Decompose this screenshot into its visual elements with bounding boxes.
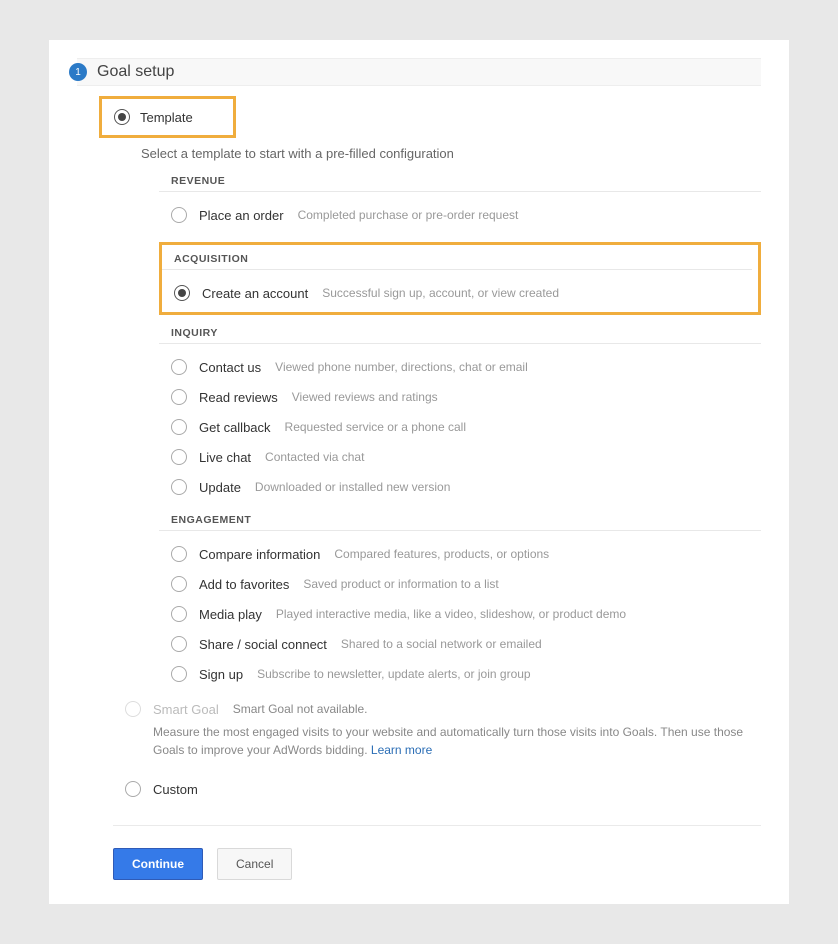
option-add-to-favorites[interactable]: Add to favorites Saved product or inform… — [159, 569, 761, 599]
radio-create-an-account[interactable] — [174, 285, 190, 301]
option-label: Update — [199, 480, 241, 495]
option-desc: Subscribe to newsletter, update alerts, … — [257, 667, 531, 681]
category-revenue: REVENUE Place an order Completed purchas… — [159, 175, 761, 230]
goal-setup-panel: 1 Goal setup Template Select a template … — [49, 40, 789, 904]
option-read-reviews[interactable]: Read reviews Viewed reviews and ratings — [159, 382, 761, 412]
radio-live-chat[interactable] — [171, 449, 187, 465]
radio-get-callback[interactable] — [171, 419, 187, 435]
radio-contact-us[interactable] — [171, 359, 187, 375]
option-label: Compare information — [199, 547, 320, 562]
option-place-an-order[interactable]: Place an order Completed purchase or pre… — [159, 200, 761, 230]
radio-add-to-favorites[interactable] — [171, 576, 187, 592]
option-create-an-account[interactable]: Create an account Successful sign up, ac… — [162, 278, 752, 308]
radio-compare-information[interactable] — [171, 546, 187, 562]
option-label: Live chat — [199, 450, 251, 465]
option-media-play[interactable]: Media play Played interactive media, lik… — [159, 599, 761, 629]
option-desc: Played interactive media, like a video, … — [276, 607, 626, 621]
option-label: Share / social connect — [199, 637, 327, 652]
option-label: Contact us — [199, 360, 261, 375]
smart-goal-label: Smart Goal — [153, 702, 219, 717]
option-desc: Completed purchase or pre-order request — [298, 208, 519, 222]
option-label: Create an account — [202, 286, 308, 301]
radio-template[interactable] — [114, 109, 130, 125]
option-desc: Successful sign up, account, or view cre… — [322, 286, 559, 300]
heading-engagement: ENGAGEMENT — [159, 514, 761, 531]
option-update[interactable]: Update Downloaded or installed new versi… — [159, 472, 761, 502]
option-label: Get callback — [199, 420, 271, 435]
option-label: Read reviews — [199, 390, 278, 405]
option-compare-information[interactable]: Compare information Compared features, p… — [159, 539, 761, 569]
option-label: Media play — [199, 607, 262, 622]
radio-update[interactable] — [171, 479, 187, 495]
option-contact-us[interactable]: Contact us Viewed phone number, directio… — [159, 352, 761, 382]
template-radio-highlight: Template — [99, 96, 236, 138]
acquisition-highlight: ACQUISITION Create an account Successful… — [159, 242, 761, 315]
option-share-social-connect[interactable]: Share / social connect Shared to a socia… — [159, 629, 761, 659]
option-custom[interactable]: Custom — [125, 781, 761, 797]
option-label: Sign up — [199, 667, 243, 682]
template-label: Template — [140, 110, 193, 125]
option-live-chat[interactable]: Live chat Contacted via chat — [159, 442, 761, 472]
option-sign-up[interactable]: Sign up Subscribe to newsletter, update … — [159, 659, 761, 689]
radio-media-play[interactable] — [171, 606, 187, 622]
smart-goal-row: Smart Goal Smart Goal not available. — [125, 701, 761, 717]
template-hint: Select a template to start with a pre-fi… — [141, 146, 761, 161]
step-number-badge: 1 — [69, 63, 87, 81]
category-inquiry: INQUIRY Contact us Viewed phone number, … — [159, 327, 761, 502]
option-desc: Downloaded or installed new version — [255, 480, 450, 494]
smart-goal-block: Smart Goal Smart Goal not available. Mea… — [125, 701, 761, 759]
custom-block: Custom — [125, 781, 761, 797]
button-row: Continue Cancel — [113, 848, 761, 880]
radio-share-social-connect[interactable] — [171, 636, 187, 652]
learn-more-link[interactable]: Learn more — [371, 743, 432, 757]
heading-revenue: REVENUE — [159, 175, 761, 192]
smart-goal-desc-text: Measure the most engaged visits to your … — [153, 725, 743, 757]
option-desc: Saved product or information to a list — [303, 577, 498, 591]
radio-sign-up[interactable] — [171, 666, 187, 682]
option-get-callback[interactable]: Get callback Requested service or a phon… — [159, 412, 761, 442]
cancel-button[interactable]: Cancel — [217, 848, 292, 880]
option-desc: Contacted via chat — [265, 450, 364, 464]
radio-place-an-order[interactable] — [171, 207, 187, 223]
option-label: Place an order — [199, 208, 284, 223]
category-engagement: ENGAGEMENT Compare information Compared … — [159, 514, 761, 689]
smart-goal-description: Measure the most engaged visits to your … — [153, 723, 761, 759]
option-desc: Requested service or a phone call — [285, 420, 466, 434]
heading-inquiry: INQUIRY — [159, 327, 761, 344]
option-desc: Compared features, products, or options — [334, 547, 549, 561]
option-desc: Shared to a social network or emailed — [341, 637, 542, 651]
option-label: Add to favorites — [199, 577, 289, 592]
custom-label: Custom — [153, 782, 198, 797]
option-desc: Viewed phone number, directions, chat or… — [275, 360, 528, 374]
step-title: Goal setup — [97, 63, 174, 81]
radio-read-reviews[interactable] — [171, 389, 187, 405]
separator — [113, 825, 761, 826]
option-desc: Viewed reviews and ratings — [292, 390, 438, 404]
continue-button[interactable]: Continue — [113, 848, 203, 880]
smart-goal-status: Smart Goal not available. — [233, 702, 368, 716]
step-header: 1 Goal setup — [77, 58, 761, 86]
radio-smart-goal — [125, 701, 141, 717]
radio-custom[interactable] — [125, 781, 141, 797]
heading-acquisition: ACQUISITION — [162, 253, 752, 270]
